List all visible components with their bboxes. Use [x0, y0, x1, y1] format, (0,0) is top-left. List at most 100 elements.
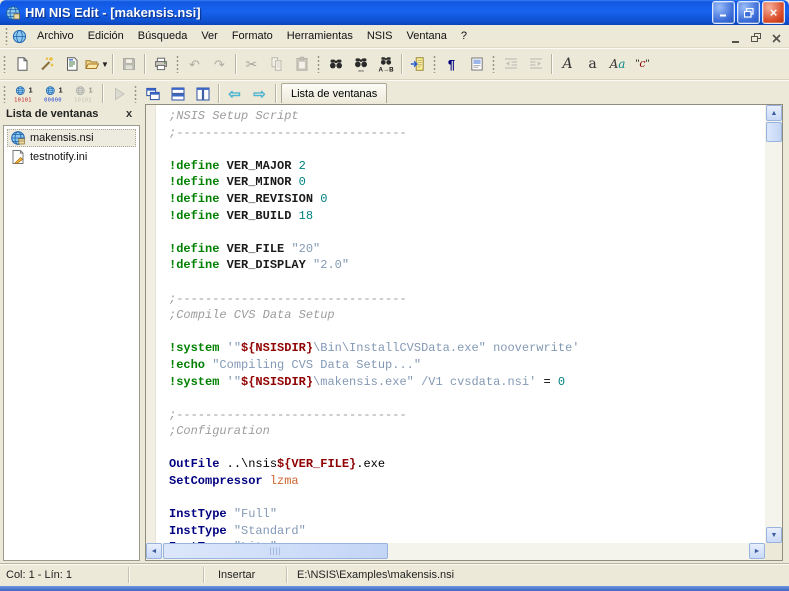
- menu-item-ayuda[interactable]: ?: [454, 27, 474, 45]
- scroll-right-icon[interactable]: ►: [749, 543, 765, 559]
- editor-gutter: [146, 105, 156, 543]
- find-icon: [328, 56, 344, 72]
- menubar-grip[interactable]: [5, 27, 8, 45]
- new-file-icon: [14, 56, 30, 72]
- toolbar-separator: [102, 84, 103, 104]
- script-template-button[interactable]: [59, 53, 84, 76]
- cut-button[interactable]: ✂: [239, 53, 264, 76]
- code-line: [169, 224, 765, 241]
- code-line: [169, 324, 765, 341]
- toolbar-separator: [144, 54, 145, 74]
- menu-item-ventana[interactable]: Ventana: [400, 27, 454, 45]
- restore-button[interactable]: [737, 1, 760, 24]
- window-list-panel: Lista de ventanas x makensis.nsi testnoti…: [3, 104, 140, 561]
- code-line: SetCompressor lzma: [169, 473, 765, 490]
- code-line: !system '"${NSISDIR}\makensis.exe" /V1 c…: [169, 374, 765, 391]
- window-list-item[interactable]: testnotify.ini: [7, 148, 136, 166]
- horizontal-scroll-thumb[interactable]: ||||: [163, 543, 388, 559]
- toolbar-grip[interactable]: [134, 85, 137, 103]
- toolbar-separator: [112, 54, 113, 74]
- close-button[interactable]: ×: [762, 1, 785, 24]
- quote-button[interactable]: "c": [630, 53, 655, 76]
- show-symbols-button[interactable]: ¶: [439, 53, 464, 76]
- menu-item-busqueda[interactable]: Búsqueda: [131, 27, 195, 45]
- code-line: !define VER_FILE "20": [169, 241, 765, 258]
- indent-button[interactable]: [523, 53, 548, 76]
- open-button[interactable]: ▼: [84, 53, 109, 76]
- wizard-button[interactable]: [34, 53, 59, 76]
- code-line: OutFile ..\nsis${VER_FILE}.exe: [169, 456, 765, 473]
- cascade-icon: [145, 86, 161, 102]
- editor-text-area[interactable]: ;NSIS Setup Script;---------------------…: [156, 105, 765, 543]
- toolbar-separator: [275, 84, 276, 104]
- horizontal-scrollbar[interactable]: ◄ |||| ►: [146, 543, 765, 560]
- toolbar-grip[interactable]: [433, 55, 436, 73]
- svg-text:10101: 10101: [14, 97, 32, 102]
- scroll-up-icon[interactable]: ▲: [766, 105, 782, 121]
- print-button[interactable]: [148, 53, 173, 76]
- uppercase-button[interactable]: A: [555, 53, 580, 76]
- window-list-button[interactable]: Lista de ventanas: [281, 83, 387, 105]
- window-title: HM NIS Edit - [makensis.nsi]: [25, 5, 710, 20]
- scroll-down-icon[interactable]: ▼: [766, 527, 782, 543]
- copy-button[interactable]: [264, 53, 289, 76]
- lowercase-button[interactable]: a: [580, 53, 605, 76]
- toolbar-grip[interactable]: [317, 55, 320, 73]
- menu-item-archivo[interactable]: Archivo: [30, 27, 81, 45]
- save-button[interactable]: [116, 53, 141, 76]
- mdi-minimize-icon[interactable]: [729, 30, 743, 43]
- mdi-restore-icon[interactable]: [749, 30, 763, 43]
- window-list-item-label: makensis.nsi: [30, 132, 94, 144]
- goto-line-button[interactable]: [405, 53, 430, 76]
- find-next-button[interactable]: ...: [348, 53, 373, 76]
- panel-close-icon[interactable]: x: [122, 108, 136, 120]
- svg-text:1: 1: [59, 86, 63, 95]
- menu-item-herramientas[interactable]: Herramientas: [280, 27, 360, 45]
- window-list-item-label: testnotify.ini: [30, 151, 87, 163]
- mdi-window-controls: [729, 30, 789, 43]
- menu-item-ver[interactable]: Ver: [194, 27, 225, 45]
- code-line: !system '"${NSISDIR}\Bin\InstallCVSData.…: [169, 340, 765, 357]
- open-folder-icon: [84, 56, 100, 72]
- document-system-menu-icon[interactable]: [12, 29, 27, 44]
- undo-button[interactable]: ↶: [182, 53, 207, 76]
- menu-item-nsis[interactable]: NSIS: [360, 27, 400, 45]
- dropdown-caret-icon[interactable]: ▼: [101, 60, 109, 69]
- save-icon: [121, 56, 137, 72]
- menu-item-edicion[interactable]: Edición: [81, 27, 131, 45]
- uppercase-icon: A: [562, 57, 572, 71]
- copy-icon: [269, 56, 285, 72]
- minimize-button[interactable]: [712, 1, 735, 24]
- window-list-item[interactable]: makensis.nsi: [7, 129, 136, 147]
- tile-vertical-icon: [195, 86, 211, 102]
- toolbar-grip[interactable]: [3, 85, 6, 103]
- find-button[interactable]: [323, 53, 348, 76]
- select-block-button[interactable]: [464, 53, 489, 76]
- vertical-scroll-thumb[interactable]: [766, 122, 782, 142]
- toolbar-grip[interactable]: [3, 55, 6, 73]
- svg-text:1: 1: [29, 86, 33, 95]
- toolbar-standard: ▼↶↷✂...A→B¶AaAa"c": [0, 48, 789, 79]
- new-button[interactable]: [9, 53, 34, 76]
- toolbar-grip[interactable]: [176, 55, 179, 73]
- code-line: ;NSIS Setup Script: [169, 108, 765, 125]
- scroll-left-icon[interactable]: ◄: [146, 543, 162, 559]
- redo-button[interactable]: ↷: [207, 53, 232, 76]
- menu-item-formato[interactable]: Formato: [225, 27, 280, 45]
- window-list-panel-header: Lista de ventanas x: [3, 104, 140, 124]
- window-list-panel-title: Lista de ventanas: [6, 108, 98, 120]
- paste-button[interactable]: [289, 53, 314, 76]
- code-line: [169, 274, 765, 291]
- vertical-scrollbar[interactable]: ▲ ▼: [765, 105, 782, 543]
- title-bar: HM NIS Edit - [makensis.nsi] ×: [0, 0, 789, 25]
- unindent-button[interactable]: [498, 53, 523, 76]
- toolbar-grip[interactable]: [492, 55, 495, 73]
- replace-button[interactable]: A→B: [373, 53, 398, 76]
- nsis-script-icon: [10, 130, 26, 146]
- mdi-close-icon[interactable]: [769, 30, 783, 43]
- invert-case-button[interactable]: Aa: [605, 53, 630, 76]
- scroll-thumb-grip: ||||: [269, 547, 281, 556]
- app-icon[interactable]: [5, 5, 21, 21]
- select-block-icon: [469, 56, 485, 72]
- find-next-icon: ...: [353, 56, 369, 72]
